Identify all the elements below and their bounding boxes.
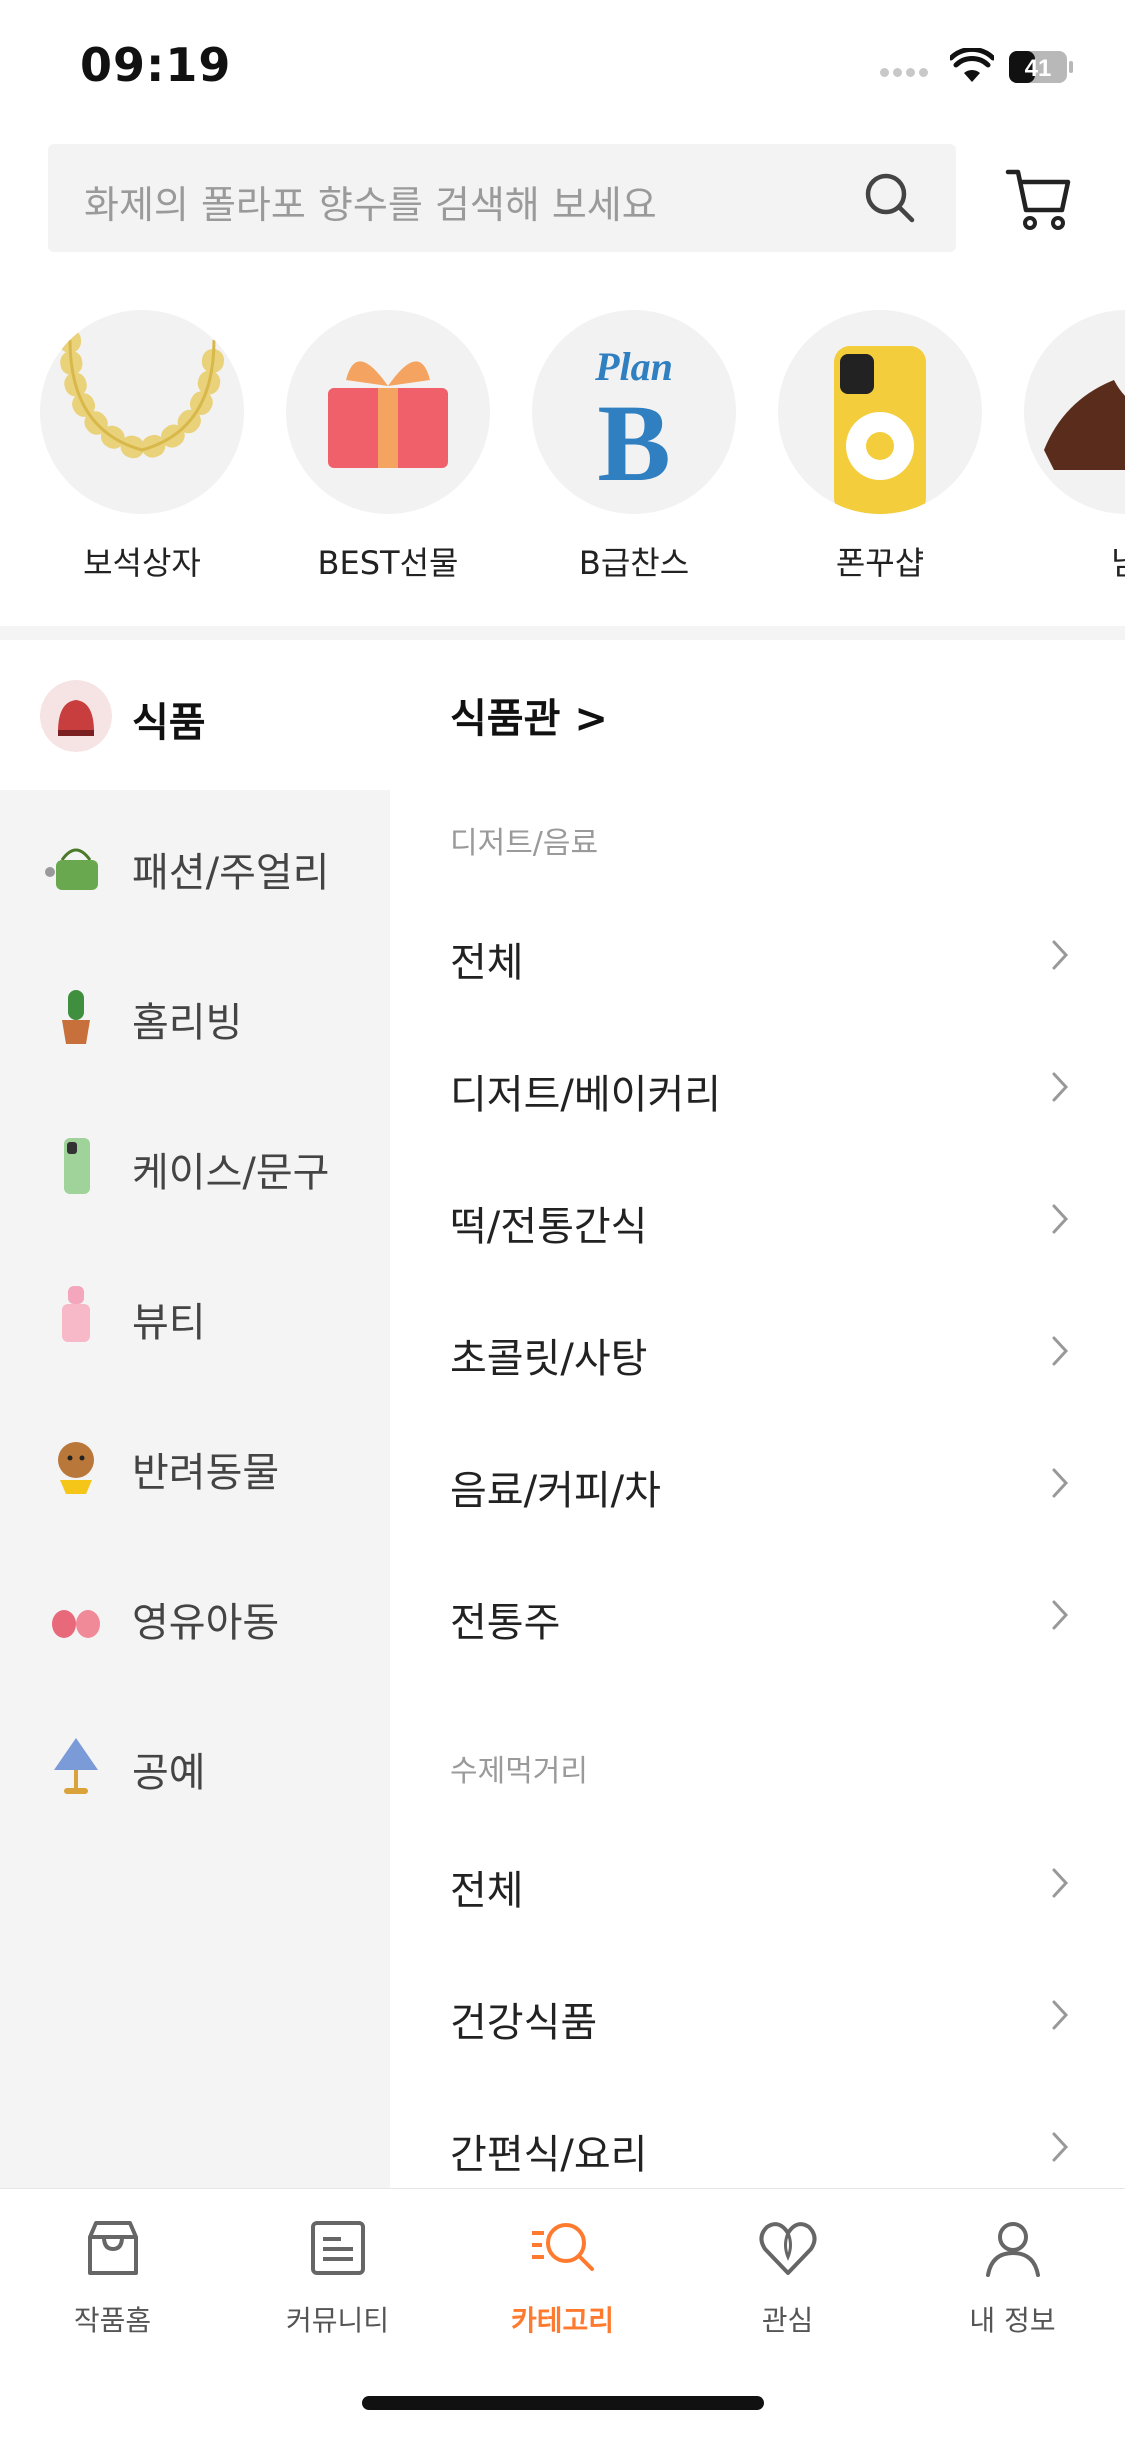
subcategory-label: 전체 bbox=[450, 940, 524, 986]
tab-community[interactable]: 커뮤니티 bbox=[225, 2213, 450, 2339]
tab-favorites[interactable]: 관심 bbox=[675, 2213, 900, 2339]
sidebar-item-label: 식품 bbox=[132, 700, 206, 746]
section-title: 디저트/음료 bbox=[450, 826, 599, 861]
necklace-icon bbox=[40, 310, 244, 514]
tab-artwork-home[interactable]: 작품홈 bbox=[0, 2213, 225, 2339]
quick-category-jewelry-box[interactable]: 보석상자 bbox=[40, 310, 244, 582]
heart-icon bbox=[759, 2222, 816, 2275]
tab-label: 관심 bbox=[761, 2304, 814, 2337]
status-time: 09:19 bbox=[80, 38, 232, 92]
quick-category-label: 남 bbox=[1006, 538, 1125, 584]
quick-category-men[interactable]: 남 bbox=[1024, 310, 1125, 582]
subcategory-label: 전통주 bbox=[450, 1600, 561, 1646]
handbag-icon bbox=[45, 848, 98, 890]
quick-category-label: 폰꾸샵 bbox=[835, 544, 925, 582]
tab-category[interactable]: 카테고리 bbox=[450, 2213, 675, 2339]
battery-level: 41 bbox=[1025, 55, 1052, 82]
subcategory-row[interactable]: 건강식품 bbox=[450, 1946, 1070, 2078]
cake-icon bbox=[40, 680, 112, 752]
tab-my-info[interactable]: 내 정보 bbox=[900, 2213, 1125, 2339]
search-input[interactable]: 화제의 폴라포 향수를 검색해 보세요 bbox=[48, 144, 956, 252]
sidebar-item-fashion[interactable]: 패션/주얼리 bbox=[0, 790, 390, 940]
subcategory-label: 전체 bbox=[450, 1868, 524, 1914]
sidebar-item-home-living[interactable]: 홈리빙 bbox=[0, 940, 390, 1090]
quick-category-label: BEST선물 bbox=[317, 544, 459, 582]
section-divider bbox=[0, 626, 1125, 640]
svg-text:B: B bbox=[597, 382, 670, 504]
baby-shoes-icon bbox=[52, 1610, 100, 1638]
quick-category-label: B급찬스 bbox=[578, 544, 690, 582]
person-icon bbox=[985, 2222, 1040, 2277]
quick-category-row: 보석상자 BEST선물 Plan B B급찬스 폰꾸샵 bbox=[0, 310, 1125, 600]
sidebar-item-label: 패션/주얼리 bbox=[132, 850, 330, 896]
sidebar-item-label: 홈리빙 bbox=[132, 1000, 243, 1046]
subcategory-row[interactable]: 디저트/베이커리 bbox=[450, 1018, 1070, 1150]
status-bar: 09:19 41 bbox=[0, 0, 1125, 140]
sidebar-item-pets[interactable]: 반려동물 bbox=[0, 1390, 390, 1540]
sidebar-item-food[interactable]: 식품 bbox=[0, 640, 390, 790]
subcategory-row[interactable]: 초콜릿/사탕 bbox=[450, 1282, 1070, 1414]
sidebar-item-crafts[interactable]: 공예 bbox=[0, 1690, 390, 1840]
sidebar-item-label: 공예 bbox=[132, 1750, 206, 1796]
chevron-right-icon bbox=[1052, 940, 1069, 970]
chevron-right-icon bbox=[1052, 2132, 1069, 2162]
subcategory-label: 초콜릿/사탕 bbox=[450, 1336, 648, 1382]
subcategory-row[interactable]: 전체 bbox=[450, 886, 1070, 1018]
board-icon bbox=[310, 2221, 365, 2275]
tab-label: 내 정보 bbox=[969, 2304, 1056, 2337]
sidebar-item-label: 뷰티 bbox=[132, 1300, 206, 1346]
subcategory-label: 간편식/요리 bbox=[450, 2132, 648, 2178]
subcategory-label: 건강식품 bbox=[450, 2000, 598, 2046]
plan-b-logo: Plan B bbox=[532, 310, 736, 514]
food-hall-link[interactable]: 식품관 > bbox=[450, 686, 608, 744]
home-indicator[interactable] bbox=[362, 2396, 764, 2410]
dog-icon bbox=[58, 1442, 94, 1494]
lamp-icon bbox=[54, 1738, 98, 1794]
signal-icon bbox=[880, 62, 932, 81]
gift-box-icon bbox=[286, 310, 490, 514]
sidebar-item-label: 반려동물 bbox=[132, 1450, 280, 1496]
tab-label: 카테고리 bbox=[510, 2304, 615, 2337]
phone-case-icon bbox=[778, 310, 982, 514]
wifi-icon bbox=[950, 48, 994, 82]
sidebar-item-baby-kids[interactable]: 영유아동 bbox=[0, 1540, 390, 1690]
store-icon bbox=[87, 2221, 138, 2275]
subcategory-row[interactable]: 간편식/요리 bbox=[450, 2078, 1070, 2188]
subcategory-row[interactable]: 떡/전통간식 bbox=[450, 1150, 1070, 1282]
chevron-right-icon bbox=[1052, 1336, 1069, 1366]
quick-category-label: 보석상자 bbox=[83, 544, 201, 582]
subcategory-label: 떡/전통간식 bbox=[450, 1204, 648, 1250]
chevron-right-icon bbox=[1052, 1204, 1069, 1234]
sidebar-item-label: 영유아동 bbox=[132, 1600, 280, 1646]
search-icon[interactable] bbox=[862, 170, 918, 226]
subcategory-row[interactable]: 전통주 bbox=[450, 1546, 1070, 1678]
section-title: 수제먹거리 bbox=[450, 1754, 588, 1789]
sidebar-item-beauty[interactable]: 뷰티 bbox=[0, 1240, 390, 1390]
search-placeholder: 화제의 폴라포 향수를 검색해 보세요 bbox=[84, 183, 657, 227]
chevron-right-icon bbox=[1052, 1600, 1069, 1630]
chevron-right-icon bbox=[1052, 2000, 1069, 2030]
battery-icon: 41 bbox=[1009, 51, 1073, 83]
perfume-bottle-icon bbox=[62, 1286, 90, 1342]
quick-category-best-gift[interactable]: BEST선물 bbox=[286, 310, 490, 582]
subcategory-row[interactable]: 전체 bbox=[450, 1814, 1070, 1946]
cart-icon[interactable] bbox=[1004, 164, 1074, 234]
tab-label: 작품홈 bbox=[73, 2304, 152, 2337]
subcategory-label: 디저트/베이커리 bbox=[450, 1072, 722, 1118]
cactus-pot-icon bbox=[62, 990, 90, 1044]
quick-category-b-chance[interactable]: Plan B B급찬스 bbox=[532, 310, 736, 582]
phone-case-small-icon bbox=[64, 1138, 90, 1194]
sidebar-item-case-stationery[interactable]: 케이스/문구 bbox=[0, 1090, 390, 1240]
chevron-right-icon bbox=[1052, 1072, 1069, 1102]
subcategory-label: 음료/커피/차 bbox=[450, 1468, 661, 1514]
sidebar-item-label: 케이스/문구 bbox=[132, 1150, 330, 1196]
tab-label: 커뮤니티 bbox=[285, 2304, 390, 2337]
subcategory-row[interactable]: 음료/커피/차 bbox=[450, 1414, 1070, 1546]
chevron-right-icon bbox=[1052, 1868, 1069, 1898]
chevron-right-icon bbox=[1052, 1468, 1069, 1498]
category-search-icon bbox=[531, 2223, 594, 2271]
category-sidebar: 식품 패션/주얼리 홈리빙 케이스/문구 뷰티 반려동물 영유아동 공예 bbox=[0, 640, 390, 2188]
shoe-icon bbox=[1024, 310, 1125, 514]
quick-category-phone-shop[interactable]: 폰꾸샵 bbox=[778, 310, 982, 582]
